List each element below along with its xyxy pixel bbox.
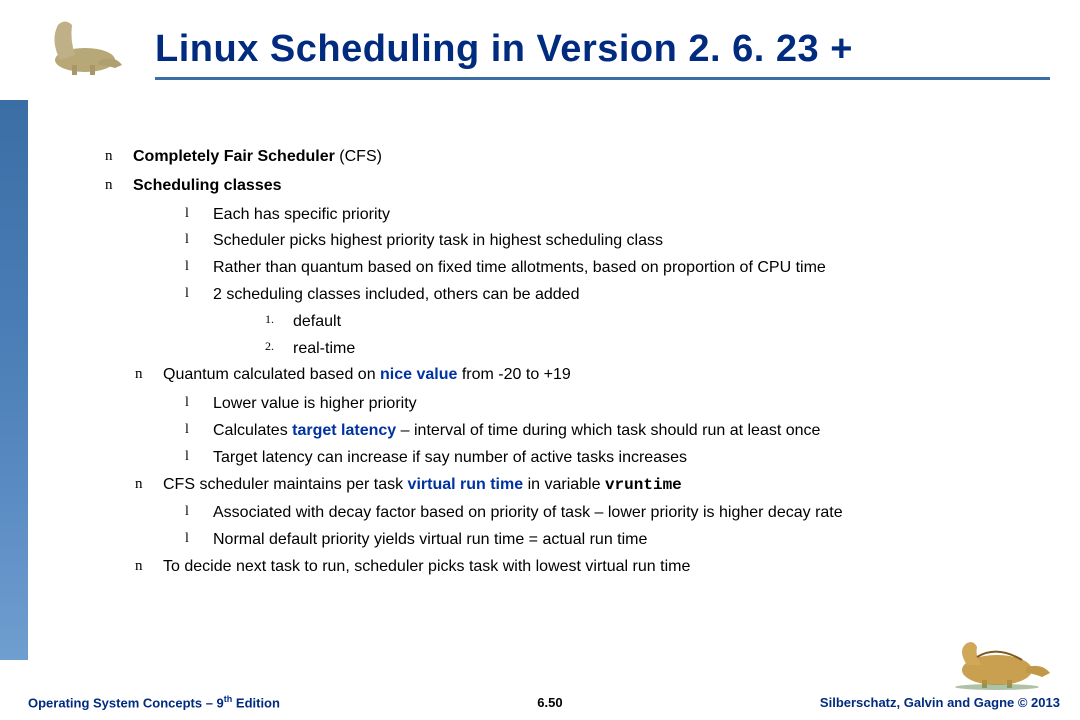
bullet-num-icon: 2.: [265, 337, 293, 356]
sidebar-accent: [0, 100, 28, 660]
bullet-l-icon: l: [185, 446, 213, 468]
sub-decay: l Associated with decay factor based on …: [185, 501, 1045, 526]
footer-right: Silberschatz, Galvin and Gagne © 2013: [820, 695, 1060, 710]
bullet-n-icon: n: [135, 555, 163, 578]
sub-proportion: l Rather than quantum based on fixed tim…: [185, 256, 1045, 281]
bullet-n-icon: n: [105, 145, 133, 168]
subsub-default: 1. default: [265, 310, 1045, 335]
bullet-l-icon: l: [185, 419, 213, 441]
sub-lower-value: l Lower value is higher priority: [185, 392, 1045, 417]
sub-target-latency: l Calculates target latency – interval o…: [185, 419, 1045, 444]
sub-target-increase: l Target latency can increase if say num…: [185, 446, 1045, 471]
footer-page-number: 6.50: [537, 695, 562, 710]
dinosaur-bottom-icon: [942, 635, 1052, 690]
bullet-n-icon: n: [135, 363, 163, 386]
sub-actual-run: l Normal default priority yields virtual…: [185, 528, 1045, 553]
bullet-l-icon: l: [185, 528, 213, 550]
sub-priority: l Each has specific priority: [185, 203, 1045, 228]
bullet-l-icon: l: [185, 229, 213, 251]
bullet-l-icon: l: [185, 283, 213, 305]
bullet-l-icon: l: [185, 392, 213, 414]
title-underline: [155, 77, 1050, 80]
bullet-lowest-vrt: n To decide next task to run, scheduler …: [135, 555, 1045, 580]
sub-two-classes: l 2 scheduling classes included, others …: [185, 283, 1045, 308]
title-area: Linux Scheduling in Version 2. 6. 23 +: [155, 28, 1050, 80]
subsub-realtime: 2. real-time: [265, 337, 1045, 362]
bullet-l-icon: l: [185, 501, 213, 523]
bullet-l-icon: l: [185, 256, 213, 278]
footer-left: Operating System Concepts – 9th Edition: [28, 694, 280, 710]
bullet-cfs: n Completely Fair Scheduler (CFS): [105, 145, 1045, 170]
bullet-nice-value: n Quantum calculated based on nice value…: [135, 363, 1045, 388]
bullet-n-icon: n: [135, 473, 163, 496]
bullet-sched-classes: n Scheduling classes: [105, 174, 1045, 199]
bullet-num-icon: 1.: [265, 310, 293, 329]
slide-title: Linux Scheduling in Version 2. 6. 23 +: [155, 28, 1050, 71]
bullet-vruntime: n CFS scheduler maintains per task virtu…: [135, 473, 1045, 498]
dinosaur-top-icon: [30, 10, 130, 80]
bullet-l-icon: l: [185, 203, 213, 225]
footer: Operating System Concepts – 9th Edition …: [28, 694, 1060, 710]
slide-content: n Completely Fair Scheduler (CFS) n Sche…: [105, 145, 1045, 584]
bullet-n-icon: n: [105, 174, 133, 197]
sub-picks-highest: l Scheduler picks highest priority task …: [185, 229, 1045, 254]
